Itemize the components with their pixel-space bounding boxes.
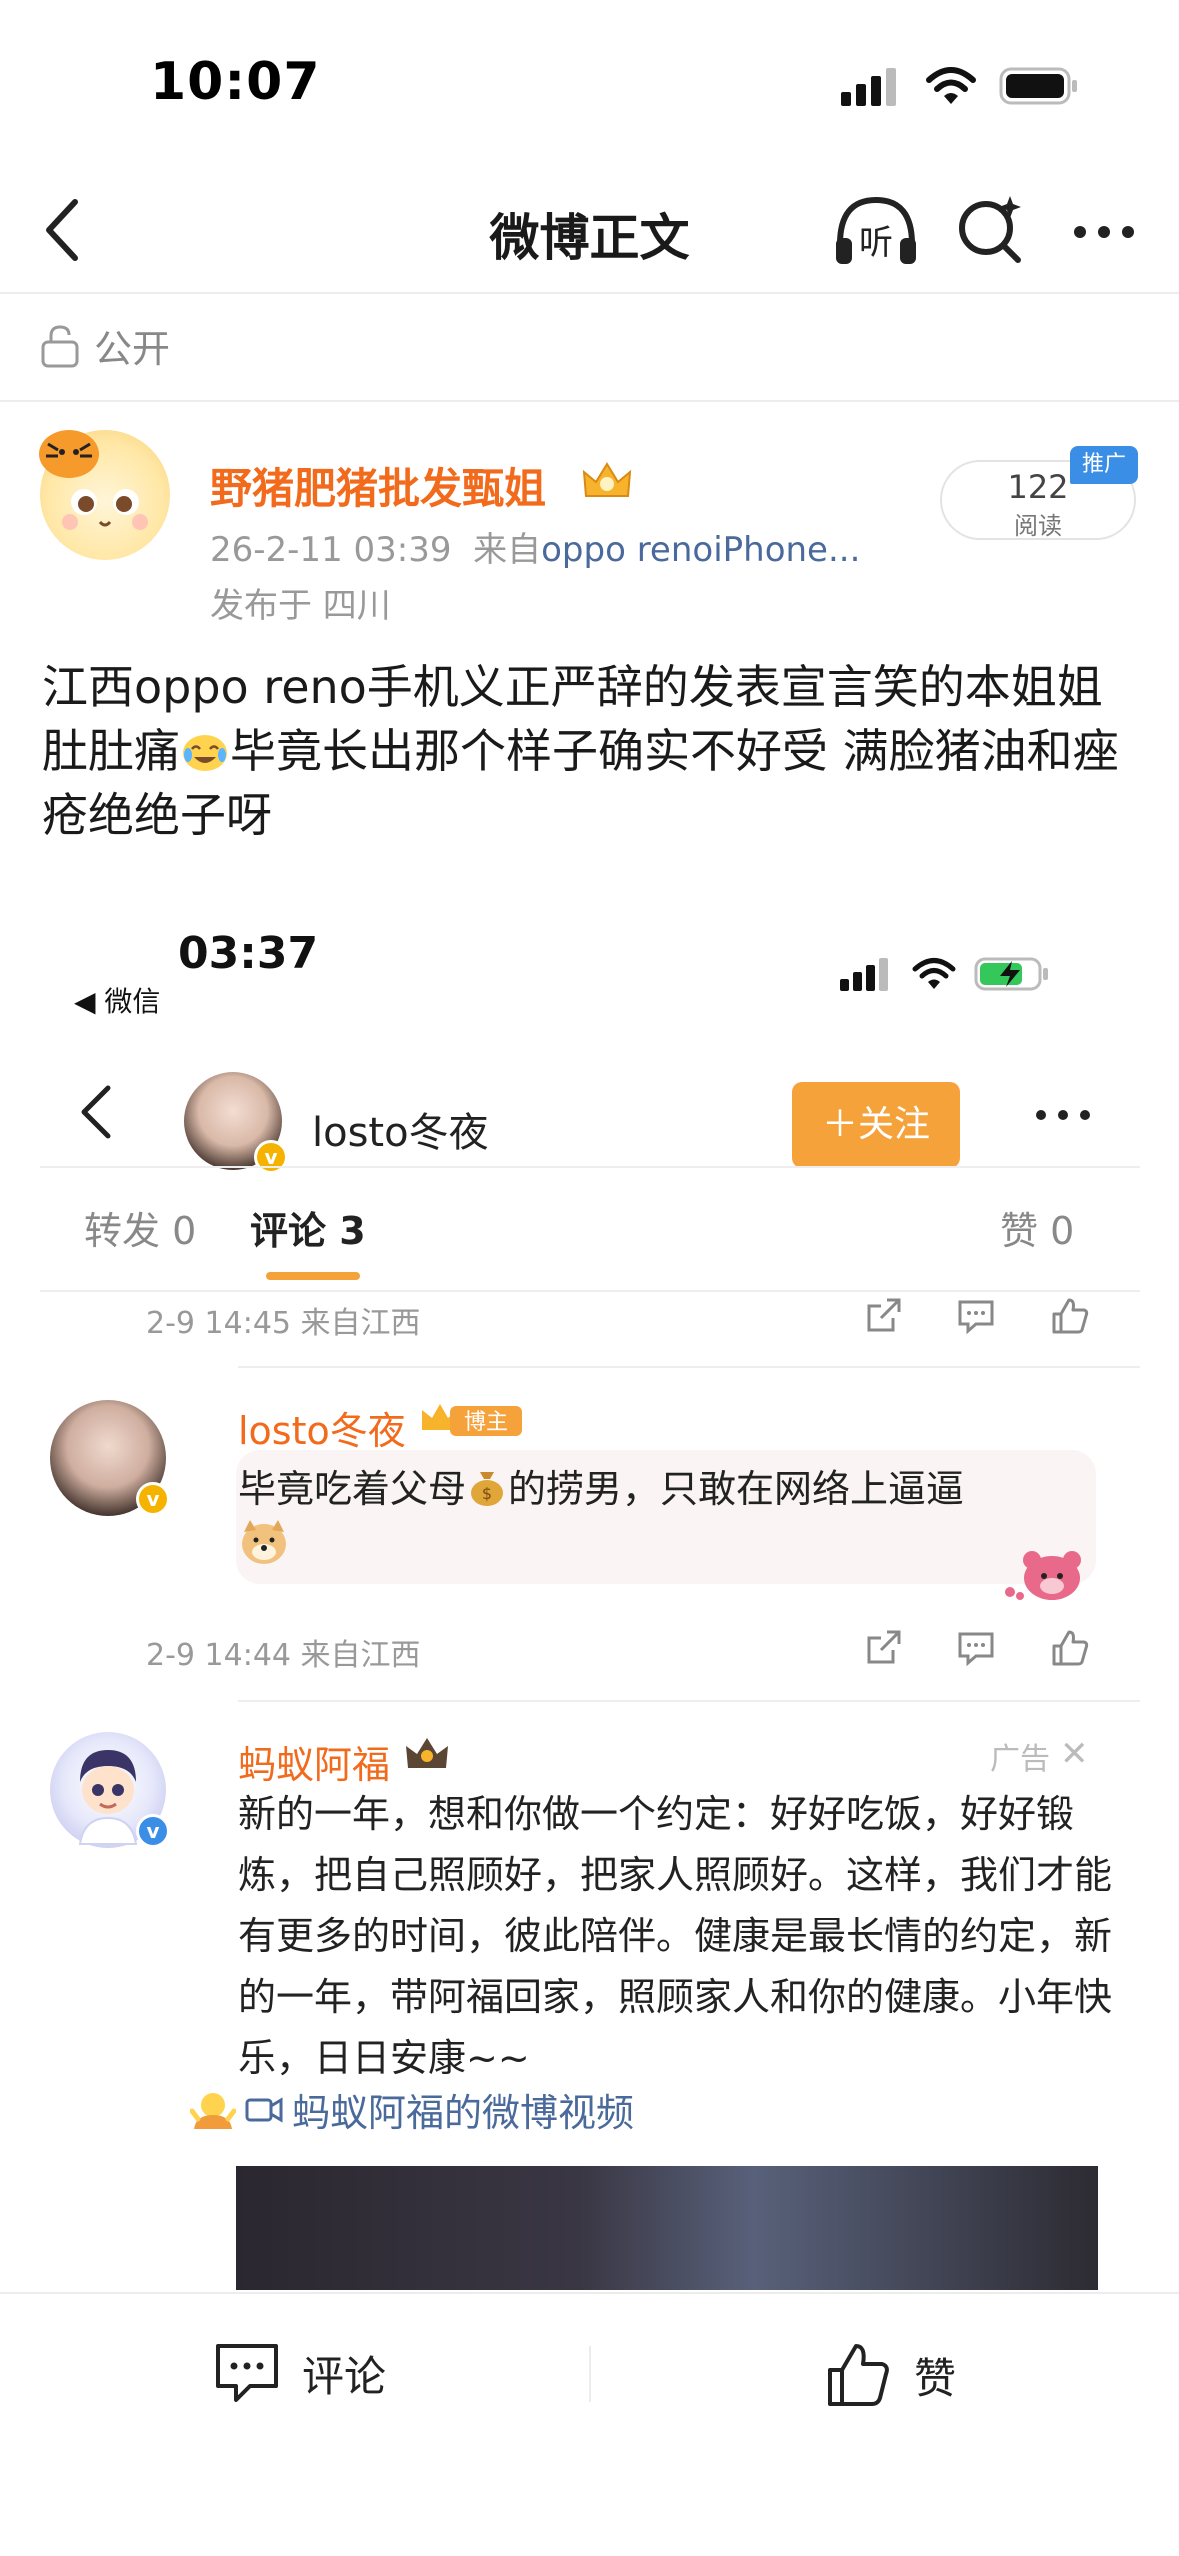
comment-icon[interactable]: [956, 1296, 996, 1336]
like-icon[interactable]: [1050, 1628, 1090, 1668]
video-camera-icon: [245, 2096, 283, 2123]
video-thumbnail[interactable]: [236, 2166, 1098, 2290]
comment-icon[interactable]: [956, 1628, 996, 1668]
tab-reposts[interactable]: 转发 0: [84, 1200, 196, 1255]
active-tab-indicator: [266, 1272, 360, 1280]
commenter-name[interactable]: losto冬夜: [238, 1400, 406, 1455]
embedded-status-time: 03:37: [178, 928, 319, 979]
ad-account-name[interactable]: 蚂蚁阿福: [238, 1734, 390, 1789]
like-icon: [828, 2344, 889, 2406]
comment-meta: 2-9 14:45 来自江西: [146, 1306, 421, 1341]
nav-bar: 微博正文 听: [0, 170, 1179, 290]
comment-icon: [216, 2344, 278, 2402]
status-time: 10:07: [150, 52, 321, 112]
divider: [589, 2346, 591, 2402]
divider: [238, 1700, 1140, 1702]
author-name[interactable]: 野猪肥猪批发甄姐: [210, 455, 546, 516]
crown-badge-icon: [582, 462, 632, 497]
strawberry-bear-sticker-icon: [1005, 1551, 1081, 1600]
verified-badge-icon: v: [254, 1140, 288, 1174]
listen-label: 听: [859, 223, 893, 263]
more-button[interactable]: [1036, 1110, 1090, 1120]
laughing-cry-emoji-icon: [183, 735, 227, 771]
post-date: 26-2-11 03:39: [210, 530, 452, 570]
like-button[interactable]: 赞: [826, 2342, 956, 2408]
ad-close-button[interactable]: ✕: [1060, 1734, 1089, 1774]
video-link-label: 蚂蚁阿福的微博视频: [292, 2091, 635, 2135]
comment-button-label: 评论: [302, 2351, 387, 2401]
comment-button[interactable]: 评论: [214, 2342, 386, 2404]
dot-icon: [1122, 226, 1134, 238]
comment-text: 毕竟吃着父母 $ 的捞男，只敢在网络上逼逼: [238, 1460, 1058, 1576]
ad-label: 广告: [990, 1742, 1050, 1777]
dot-icon: [1098, 226, 1110, 238]
crown-badge-icon: [406, 1738, 448, 1768]
wifi-icon: [912, 958, 956, 989]
video-link[interactable]: 蚂蚁阿福的微博视频: [190, 2082, 634, 2137]
ad-text: 新的一年，想和你做一个约定：好好吃饭，好好锻炼，把自己照顾好，把家人照顾好。这样…: [238, 1792, 1113, 2080]
embedded-screenshot[interactable]: 03:37 ◀ 微信 v losto冬夜 ＋关注 转发 0 评论 3 赞 0 2…: [40, 900, 1140, 2290]
divider: [0, 292, 1179, 294]
post-body: 江西oppo reno手机义正严辞的发表宣言笑的本姐姐肚肚痛 毕竟长出那个样子确…: [42, 655, 1142, 847]
divider: [40, 1166, 1140, 1168]
battery-icon: [999, 67, 1077, 105]
embedded-username[interactable]: losto冬夜: [312, 1100, 489, 1158]
search-button[interactable]: [952, 192, 1032, 272]
chevron-left-icon[interactable]: [70, 1082, 120, 1142]
visibility-label: 公开: [94, 327, 171, 371]
comment-text-part2: 的捞男，只敢在网络上逼逼: [508, 1467, 965, 1511]
post-meta: 26-2-11 03:39 来自oppo renoiPhone...: [210, 522, 860, 571]
post-source[interactable]: oppo renoiPhone...: [541, 530, 860, 570]
dot-icon: [1074, 226, 1086, 238]
verified-badge-icon: v: [136, 1482, 170, 1516]
unlock-icon: [41, 324, 79, 367]
embedded-status-icons: [840, 956, 1050, 992]
dot-icon: [1058, 1110, 1068, 1120]
post-location: 发布于 四川: [210, 586, 391, 626]
promo-badge: 推广: [1070, 446, 1138, 484]
share-icon[interactable]: [863, 1296, 903, 1336]
divider: [238, 1366, 1140, 1368]
wifi-icon: [926, 67, 976, 104]
listen-button[interactable]: 听: [832, 192, 920, 272]
visibility-row: 公开: [40, 318, 170, 373]
author-avatar[interactable]: [39, 430, 170, 560]
comment-meta: 2-9 14:44 来自江西: [146, 1638, 421, 1673]
battery-charging-icon: [974, 957, 1048, 991]
shrug-emoji-icon: [190, 2092, 236, 2129]
verified-badge-icon: v: [136, 1814, 170, 1848]
like-button-label: 赞: [914, 2353, 957, 2403]
blogger-badge-icon: 博主: [422, 1404, 522, 1436]
dot-icon: [1080, 1110, 1090, 1120]
headphone-icon: 听: [836, 196, 916, 264]
dot-icon: [1036, 1110, 1046, 1120]
tab-bar: 转发 0 评论 3 赞 0: [40, 1190, 1140, 1280]
comment-text-part1: 毕竟吃着父母: [238, 1467, 467, 1511]
tab-comments[interactable]: 评论 3: [250, 1200, 366, 1255]
follow-button[interactable]: ＋关注: [792, 1082, 960, 1168]
more-button[interactable]: [1064, 192, 1144, 272]
status-icons: [841, 66, 1079, 106]
doge-emoji-icon: [242, 1520, 286, 1564]
signal-icon: [840, 958, 888, 991]
divider: [0, 400, 1179, 402]
tab-likes[interactable]: 赞 0: [1000, 1200, 1074, 1255]
back-to-wechat: ◀ 微信: [74, 985, 161, 1018]
blogger-badge-label: 博主: [464, 1410, 508, 1435]
read-label: 阅读: [1014, 512, 1062, 540]
embedded-header: v losto冬夜 ＋关注: [40, 1040, 1140, 1174]
avatar-face-icon: [62, 489, 148, 530]
source-prefix: 来自: [473, 530, 542, 570]
like-icon[interactable]: [1050, 1296, 1090, 1336]
search-icon: [959, 196, 1021, 263]
signal-icon: [841, 68, 896, 106]
divider: [40, 1290, 1140, 1292]
money-bag-emoji-icon: $: [471, 1472, 504, 1506]
status-bar: 10:07: [0, 0, 1179, 150]
share-icon[interactable]: [863, 1628, 903, 1668]
bottom-action-bar: 评论 赞: [0, 2292, 1179, 2556]
svg-text:$: $: [482, 1484, 492, 1503]
